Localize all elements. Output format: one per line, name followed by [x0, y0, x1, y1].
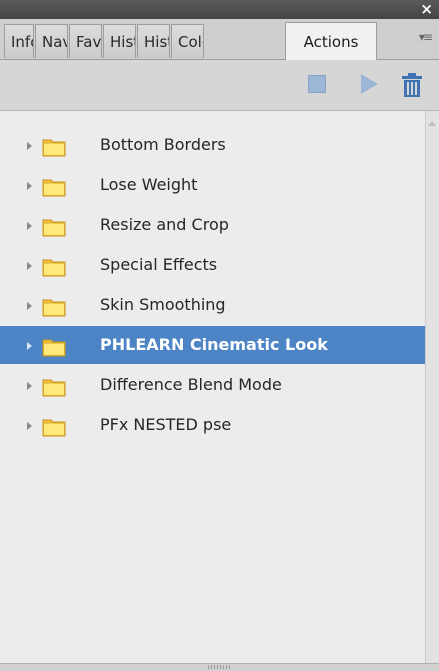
- expand-arrow-icon[interactable]: [27, 222, 32, 230]
- folder-icon: [42, 259, 66, 277]
- folder-icon: [42, 419, 66, 437]
- expand-arrow-icon[interactable]: [27, 262, 32, 270]
- list-item[interactable]: PHLEARN Cinematic Look: [0, 326, 425, 364]
- actions-toolbar: [0, 60, 439, 111]
- expand-arrow-icon[interactable]: [27, 142, 32, 150]
- folder-icon: [42, 139, 66, 157]
- list-item[interactable]: Resize and Crop: [0, 206, 425, 244]
- list-item[interactable]: Special Effects: [0, 246, 425, 284]
- trash-icon[interactable]: [402, 73, 422, 97]
- close-icon[interactable]: ×: [420, 1, 433, 17]
- list-item[interactable]: Bottom Borders: [0, 126, 425, 164]
- vertical-scrollbar[interactable]: [425, 111, 439, 663]
- tab-history[interactable]: History: [103, 24, 136, 58]
- action-set-label: Skin Smoothing: [100, 295, 226, 314]
- expand-arrow-icon[interactable]: [27, 422, 32, 430]
- list-item[interactable]: PFx NESTED pse: [0, 406, 425, 444]
- action-set-label: PHLEARN Cinematic Look: [100, 335, 328, 354]
- panel-tab-bar: Info Navigator Favorites History Histogr…: [0, 19, 439, 60]
- folder-icon: [42, 339, 66, 357]
- list-item[interactable]: Skin Smoothing: [0, 286, 425, 324]
- list-item[interactable]: Difference Blend Mode: [0, 366, 425, 404]
- play-icon[interactable]: [361, 74, 378, 94]
- action-set-label: Lose Weight: [100, 175, 198, 194]
- tab-histogram[interactable]: Histogram: [137, 24, 170, 58]
- tab-favorites[interactable]: Favorites: [69, 24, 102, 58]
- expand-arrow-icon[interactable]: [27, 342, 32, 350]
- resize-grip-icon[interactable]: [208, 665, 232, 669]
- tab-navigator[interactable]: Navigator: [35, 24, 68, 58]
- folder-icon: [42, 179, 66, 197]
- action-set-label: PFx NESTED pse: [100, 415, 232, 434]
- folder-icon: [42, 299, 66, 317]
- tab-actions[interactable]: Actions: [285, 22, 377, 60]
- action-set-label: Difference Blend Mode: [100, 375, 282, 394]
- action-set-label: Bottom Borders: [100, 135, 226, 154]
- panel-menu-icon[interactable]: ▾≡: [419, 30, 433, 44]
- expand-arrow-icon[interactable]: [27, 302, 32, 310]
- folder-icon: [42, 379, 66, 397]
- action-set-label: Special Effects: [100, 255, 218, 274]
- tab-info[interactable]: Info: [4, 24, 34, 58]
- actions-list: Bottom Borders Lose Weight Resize and Crop…: [0, 111, 425, 663]
- folder-icon: [42, 219, 66, 237]
- expand-arrow-icon[interactable]: [27, 182, 32, 190]
- scroll-up-arrow-icon[interactable]: [428, 121, 436, 126]
- tab-color[interactable]: Color: [171, 24, 204, 58]
- list-item[interactable]: Lose Weight: [0, 166, 425, 204]
- expand-arrow-icon[interactable]: [27, 382, 32, 390]
- stop-icon[interactable]: [308, 75, 326, 93]
- panel-title-bar: ×: [0, 0, 439, 19]
- action-set-label: Resize and Crop: [100, 215, 229, 234]
